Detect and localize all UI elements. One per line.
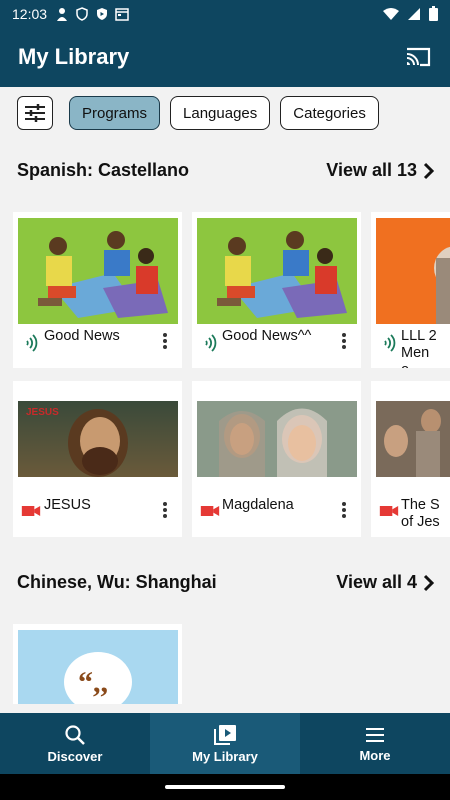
program-title: The S of Jes: [401, 497, 440, 530]
play-protect-icon: [97, 7, 108, 20]
more-vert-icon[interactable]: [162, 332, 168, 350]
view-all-label: View all 13: [326, 160, 417, 180]
audio-wave-icon: [205, 334, 217, 352]
library-icon: [214, 724, 236, 745]
nav-label: More: [359, 747, 391, 763]
program-title: JESUS: [44, 497, 91, 513]
chevron-right-icon: [423, 162, 435, 179]
jesus-logo-text: JESUS: [26, 407, 59, 418]
story-of-jesus-thumbnail: [376, 401, 450, 477]
nav-label: My Library: [192, 748, 258, 764]
app-bar: My Library: [0, 27, 450, 87]
program-title: Magdalena: [222, 497, 294, 513]
card-row: Good News Good News^^ LLL 2 Men: [13, 212, 450, 368]
video-camera-icon: [379, 506, 399, 516]
filter-settings-button[interactable]: [17, 96, 53, 130]
program-thumbnail: [376, 218, 450, 324]
program-thumbnail: [197, 218, 357, 324]
more-vert-icon[interactable]: [162, 501, 168, 519]
jesus-film-thumbnail: JESUS: [18, 401, 178, 477]
program-card[interactable]: LLL 2 Men o: [371, 212, 450, 368]
program-card[interactable]: Magdalena: [192, 381, 361, 537]
audio-wave-icon: [384, 334, 396, 352]
program-card[interactable]: “,,: [13, 624, 182, 704]
signal-icon: [408, 7, 420, 20]
status-bar: 12:03: [0, 0, 450, 27]
search-icon: [65, 724, 85, 745]
view-all-button[interactable]: View all 4: [336, 572, 435, 593]
battery-icon: [429, 6, 438, 21]
view-all-label: View all 4: [336, 572, 417, 592]
section-title: Spanish: Castellano: [17, 160, 190, 180]
lll-illustration: [376, 218, 450, 324]
chevron-right-icon: [423, 574, 435, 591]
program-card[interactable]: The S of Jes: [371, 381, 450, 537]
chip-categories[interactable]: Categories: [280, 96, 379, 130]
more-vert-icon[interactable]: [341, 332, 347, 350]
nav-label: Discover: [47, 748, 103, 764]
program-thumbnail: [18, 218, 178, 324]
program-thumbnail: “,,: [18, 630, 178, 704]
view-all-button[interactable]: View all 13: [326, 160, 435, 181]
more-vert-icon[interactable]: [341, 501, 347, 519]
menu-icon: [366, 727, 384, 742]
video-camera-icon: [21, 506, 41, 516]
video-camera-icon: [200, 506, 220, 516]
page-title: My Library: [18, 44, 130, 69]
card-row: “,,: [13, 624, 450, 704]
cast-icon[interactable]: [404, 43, 432, 71]
nav-discover[interactable]: Discover: [0, 713, 150, 774]
wifi-icon: [383, 7, 399, 20]
section-title: Chinese, Wu: Shanghai: [17, 572, 217, 592]
program-thumbnail: [197, 401, 357, 477]
nav-more[interactable]: More: [300, 713, 450, 774]
gesture-bar: [0, 774, 450, 800]
home-indicator[interactable]: [165, 785, 285, 789]
program-thumbnail: JESUS: [18, 401, 178, 477]
section-header-chinese: Chinese, Wu: Shanghai View all 4: [17, 572, 435, 593]
nav-my-library[interactable]: My Library: [150, 713, 300, 774]
sliders-icon: [25, 104, 45, 122]
program-title: Good News: [44, 328, 120, 344]
program-card[interactable]: JESUS JESUS: [13, 381, 182, 537]
program-card[interactable]: Good News^^: [192, 212, 361, 368]
audio-wave-icon: [26, 334, 38, 352]
bottom-navigation: Discover My Library More: [0, 713, 450, 774]
filter-row: Programs Languages Categories: [17, 96, 389, 130]
status-time: 12:03: [12, 5, 48, 22]
shield-icon: [76, 6, 88, 21]
good-news-illustration: [18, 218, 178, 324]
good-news-illustration: [197, 218, 357, 324]
program-title: LLL 2 Men o: [401, 328, 437, 368]
chip-languages[interactable]: Languages: [170, 96, 271, 130]
chip-programs[interactable]: Programs: [69, 96, 161, 130]
quote-bubble-illustration: “,,: [18, 630, 178, 704]
program-thumbnail: [376, 401, 450, 477]
quote-icon: “,,: [78, 666, 108, 699]
card-row: JESUS JESUS Magdalena The S of Jes: [13, 381, 450, 537]
magdalena-thumbnail: [197, 401, 357, 477]
person-icon: [57, 7, 68, 21]
program-title: Good News^^: [222, 328, 312, 344]
calendar-icon: [115, 7, 129, 21]
section-header-spanish: Spanish: Castellano View all 13: [17, 160, 435, 181]
program-card[interactable]: Good News: [13, 212, 182, 368]
